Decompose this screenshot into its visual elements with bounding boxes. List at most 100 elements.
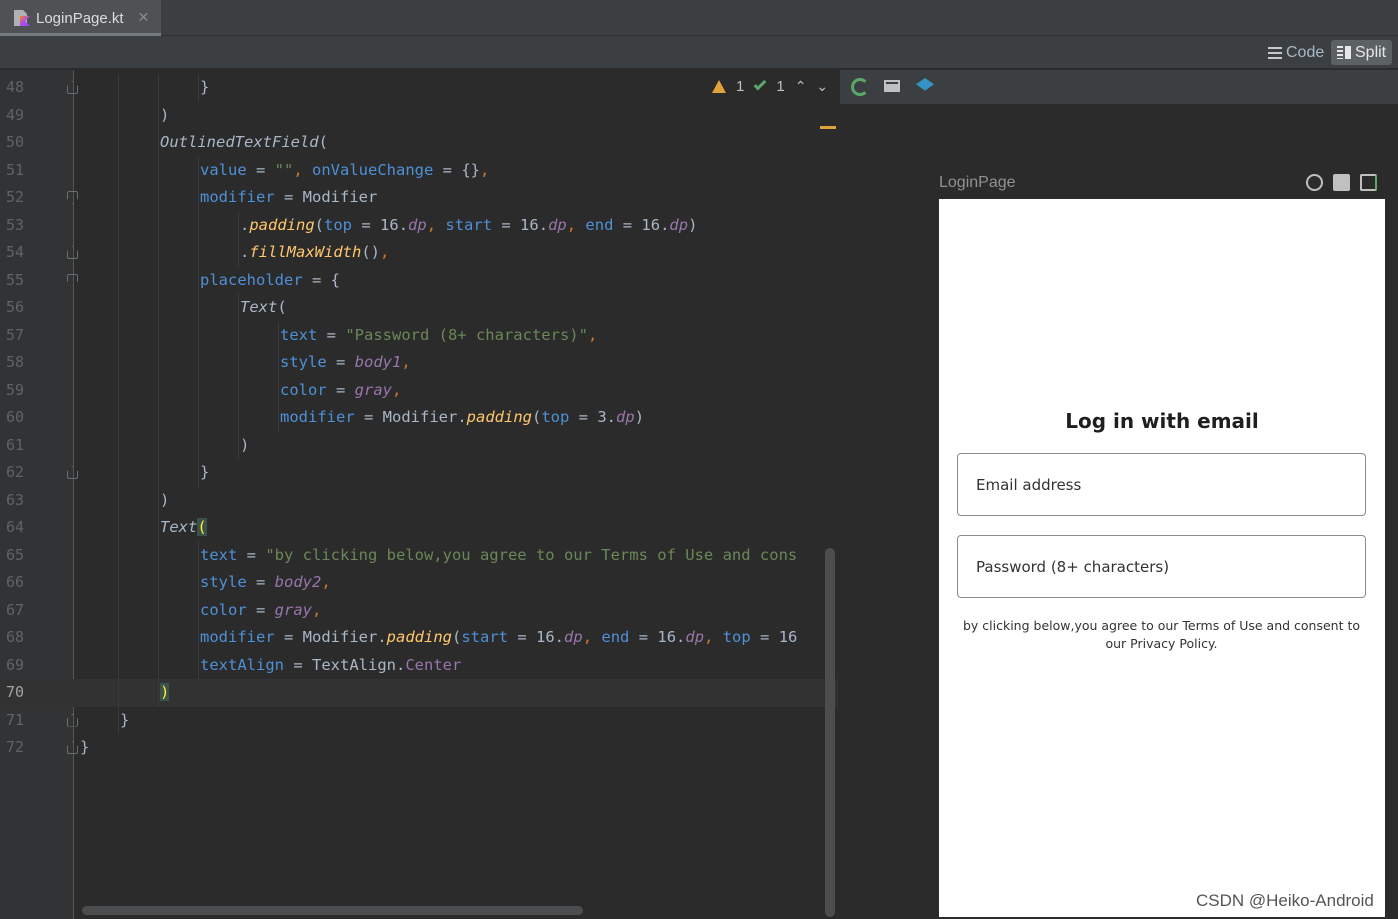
device-selector-icon[interactable] <box>884 80 900 92</box>
indent-guide <box>158 679 159 707</box>
indent-guide <box>158 569 159 597</box>
next-highlight-button[interactable]: ⌄ <box>816 78 828 95</box>
code-token: padding <box>466 408 532 426</box>
code-token: ) <box>160 105 170 124</box>
line-number: 55 <box>6 270 25 289</box>
code-token: . <box>676 628 686 646</box>
code-line[interactable]: 68 modifier = Modifier.padding(start = 16… <box>0 624 838 652</box>
code-mode-button[interactable]: Code <box>1262 40 1330 65</box>
code-token: = <box>237 545 266 564</box>
indent-guide <box>118 431 119 459</box>
fold-marker-icon[interactable] <box>67 741 78 754</box>
fold-marker-icon[interactable] <box>67 273 78 287</box>
indent-guide <box>278 321 279 349</box>
watermark: CSDN @Heiko-Android <box>1196 891 1374 910</box>
indent-guide <box>158 184 159 212</box>
code-token: gray <box>274 600 312 619</box>
code-text: .padding(top = 16.dp, start = 16.dp, end… <box>240 212 697 240</box>
code-editor[interactable]: 48} 49) 50 OutlinedTextField(51 value = "", … <box>0 70 838 919</box>
code-line[interactable]: 65 text = "by clicking below,you agree to… <box>0 541 838 569</box>
code-token: = <box>352 215 381 234</box>
code-token: 3 <box>597 408 607 426</box>
code-token: = <box>629 628 658 646</box>
code-line[interactable]: 58 style = body1, <box>0 349 838 377</box>
fold-marker-icon[interactable] <box>67 191 78 204</box>
indent-guide <box>118 624 119 652</box>
code-text: OutlinedTextField( <box>160 129 328 157</box>
line-number: 63 <box>6 490 25 509</box>
code-line[interactable]: 52 modifier = Modifier <box>0 184 838 212</box>
code-line[interactable]: 71} <box>0 706 838 734</box>
code-token: Text <box>160 518 198 536</box>
indent-guide <box>118 266 119 294</box>
code-token: end <box>585 215 614 234</box>
warning-stripe-marker[interactable] <box>820 126 836 129</box>
line-number: 65 <box>6 545 25 564</box>
code-token: = <box>326 353 355 371</box>
code-text: modifier = Modifier <box>200 184 377 212</box>
run-on-device-icon[interactable] <box>1360 174 1377 191</box>
code-line[interactable]: 51 value = "", onValueChange = {}, <box>0 156 838 184</box>
code-line[interactable]: 66 style = body2, <box>0 569 838 597</box>
code-line[interactable]: 70) <box>0 679 838 707</box>
indent-guide <box>158 211 159 239</box>
refresh-icon[interactable] <box>851 78 869 96</box>
code-line[interactable]: 56 Text( <box>0 294 838 322</box>
code-line[interactable]: 50 OutlinedTextField( <box>0 129 838 157</box>
vertical-scrollbar[interactable] <box>825 548 835 917</box>
horizontal-scrollbar[interactable] <box>82 906 583 915</box>
line-number: 72 <box>6 738 25 756</box>
code-text: style = body2, <box>200 569 331 597</box>
interactive-mode-icon[interactable] <box>1306 174 1323 191</box>
code-token: . <box>396 655 406 674</box>
fold-marker-icon[interactable] <box>67 81 78 94</box>
code-line[interactable]: 69 textAlign = TextAlign.Center <box>0 651 838 679</box>
code-text: .fillMaxWidth(), <box>240 239 389 267</box>
fold-marker-icon[interactable] <box>67 466 78 479</box>
split-mode-button[interactable]: Split <box>1331 40 1393 65</box>
code-token: "" <box>274 160 294 179</box>
fold-marker-icon[interactable] <box>67 713 78 727</box>
inspection-widget[interactable]: 1 1 ⌃ ⌄ <box>712 77 828 95</box>
code-token: top <box>541 408 570 426</box>
preview-title: LoginPage <box>939 174 1016 191</box>
code-line[interactable]: 72} <box>0 734 838 762</box>
line-number: 49 <box>6 105 25 124</box>
code-line[interactable]: 62} <box>0 459 838 487</box>
code-line[interactable]: 61) <box>0 431 838 459</box>
code-line[interactable]: 64 Text( <box>0 514 838 542</box>
code-token: body1 <box>354 353 402 371</box>
tab-loginpage-kt[interactable]: LoginPage.kt ✕ <box>0 0 161 36</box>
code-token: , <box>426 215 446 234</box>
code-text: color = gray, <box>200 597 321 625</box>
line-number: 71 <box>6 710 25 729</box>
code-token: start <box>445 215 493 234</box>
email-field[interactable]: Email address <box>957 453 1366 516</box>
code-line[interactable]: 60 modifier = Modifier.padding(top = 3.dp… <box>0 404 838 432</box>
code-line[interactable]: 57 text = "Password (8+ characters)", <box>0 321 838 349</box>
code-token: ( <box>197 518 207 536</box>
close-icon[interactable]: ✕ <box>138 10 150 26</box>
previous-highlight-button[interactable]: ⌃ <box>795 78 807 95</box>
code-line[interactable]: 59 color = gray, <box>0 376 838 404</box>
code-token: 16 <box>520 215 539 234</box>
code-line[interactable]: 54 .fillMaxWidth(), <box>0 239 838 267</box>
code-line[interactable]: 53 .padding(top = 16.dp, start = 16.dp, e… <box>0 211 838 240</box>
layers-icon[interactable] <box>916 78 934 91</box>
indent-guide <box>198 459 199 487</box>
code-token: } <box>120 710 130 729</box>
code-line[interactable]: 55 placeholder = { <box>0 266 838 294</box>
indent-guide <box>198 211 199 239</box>
indent-guide <box>198 184 199 212</box>
animation-inspect-icon[interactable] <box>1333 174 1350 191</box>
code-token: = <box>246 573 275 591</box>
indent-guide <box>158 266 159 294</box>
code-line[interactable]: 49) <box>0 101 838 129</box>
code-line[interactable]: 63) <box>0 486 838 514</box>
fold-marker-icon[interactable] <box>67 246 78 259</box>
indent-guide <box>198 74 199 102</box>
line-number: 68 <box>6 628 25 646</box>
code-token: . <box>554 628 565 646</box>
code-line[interactable]: 67 color = gray, <box>0 596 838 625</box>
password-field[interactable]: Password (8+ characters) <box>957 535 1366 598</box>
